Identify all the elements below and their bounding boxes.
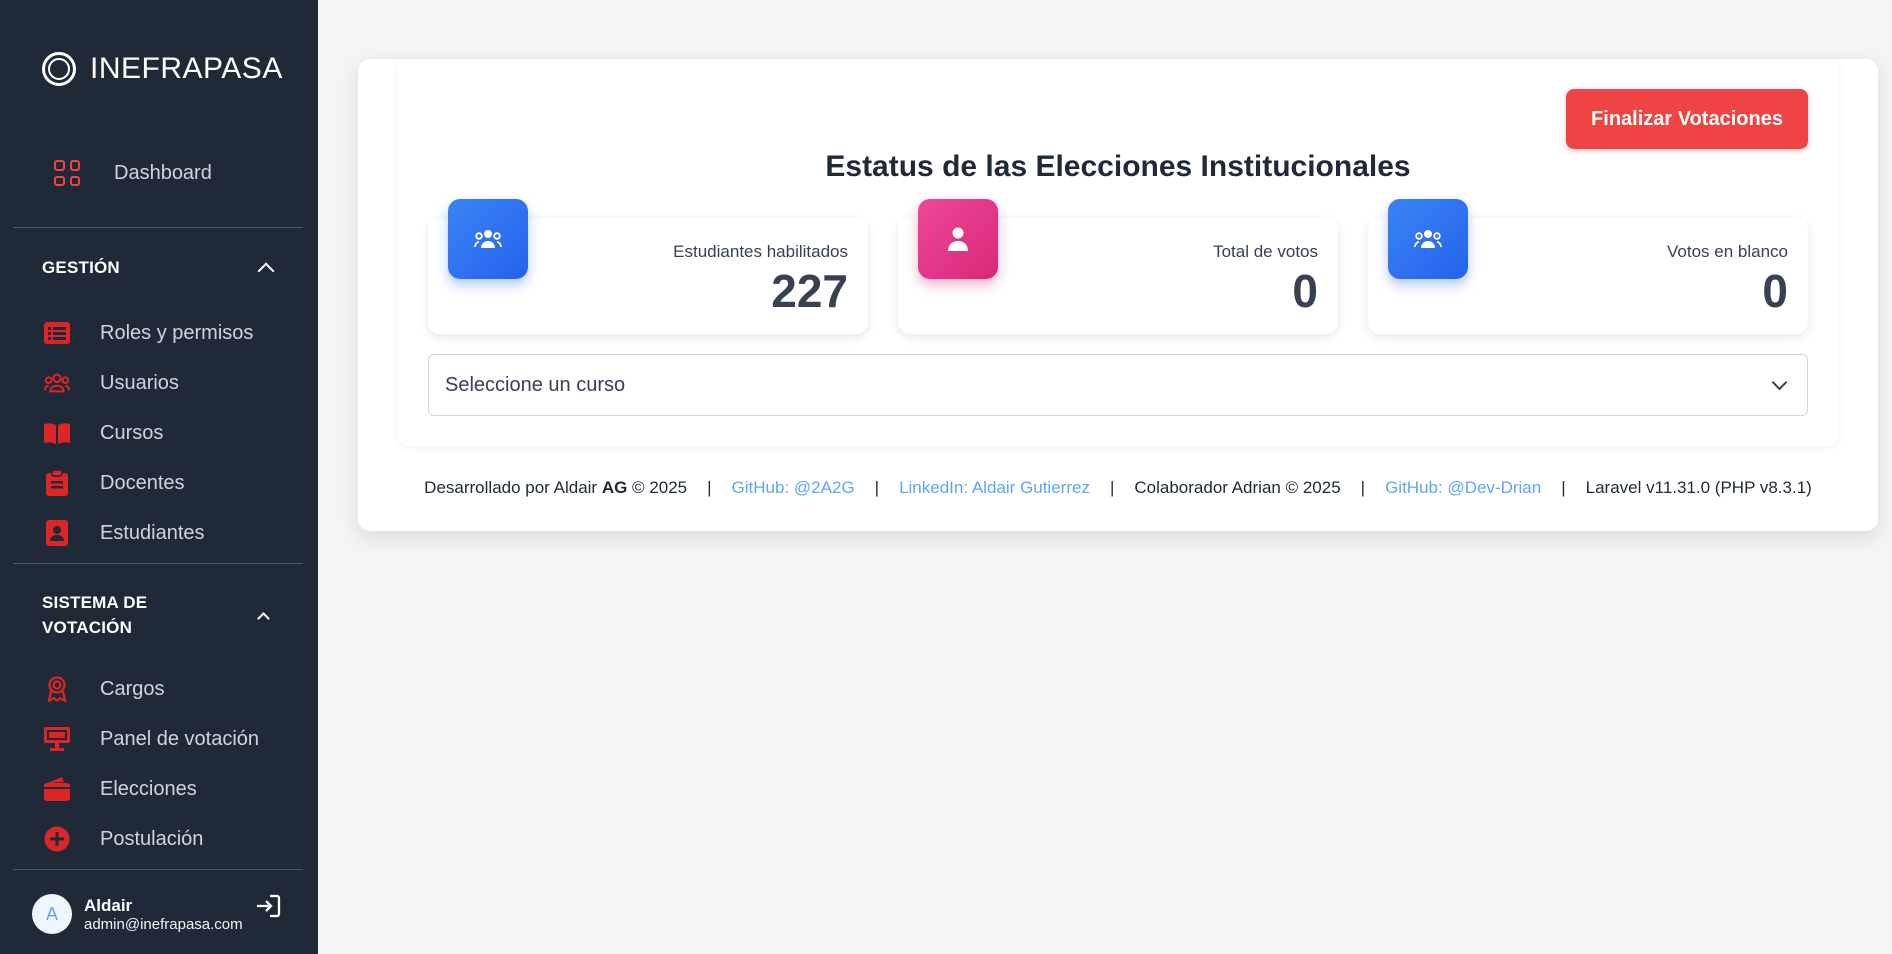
footer: Desarrollado por Aldair AG © 2025 | GitH… (398, 478, 1838, 498)
sidebar-item-postulacion[interactable]: Postulación (44, 826, 203, 852)
sidebar-item-usuarios[interactable]: Usuarios (44, 370, 179, 396)
section-votacion-toggle[interactable]: SISTEMA DE VOTACIÓN (42, 590, 278, 640)
stat-label: Votos en blanco (1667, 242, 1788, 261)
sidebar-item-label: Elecciones (100, 777, 197, 800)
brand-name: INEFRAPASA (90, 52, 283, 85)
users-group-icon (448, 199, 528, 279)
sidebar-item-roles[interactable]: Roles y permisos (44, 320, 253, 346)
section-title-line2: VOTACIÓN (42, 618, 133, 637)
section-title: GESTIÓN (42, 258, 120, 277)
user-name: Aldair (84, 895, 133, 915)
sidebar-item-cursos[interactable]: Cursos (44, 420, 163, 446)
avatar: A (32, 894, 72, 934)
finish-voting-button[interactable]: Finalizar Votaciones (1566, 89, 1808, 149)
sidebar-item-label: Dashboard (114, 161, 212, 184)
sidebar-item-estudiantes[interactable]: Estudiantes (44, 520, 205, 546)
sidebar-item-docentes[interactable]: Docentes (44, 470, 185, 496)
sidebar-item-cargos[interactable]: Cargos (44, 676, 164, 702)
brand-logo-icon (42, 52, 76, 86)
plus-circle-icon (44, 826, 70, 852)
footer-version: Laravel v11.31.0 (PHP v8.3.1) (1585, 478, 1812, 497)
footer-separator: | (874, 478, 880, 497)
wallet-icon (44, 776, 70, 802)
sidebar-item-label: Postulación (100, 827, 204, 850)
section-title-line1: SISTEMA DE (42, 593, 148, 612)
stat-card-total-votes: Total de votos 0 (898, 199, 1338, 334)
logout-button[interactable] (255, 893, 281, 924)
user-email: admin@inefrapasa.com (84, 915, 243, 933)
sidebar-item-label: Cargos (100, 677, 165, 700)
sidebar-item-elecciones[interactable]: Elecciones (44, 776, 197, 802)
stat-value: 0 (1762, 265, 1788, 317)
course-select-value: Seleccione un curso (445, 373, 626, 396)
sidebar-item-label: Roles y permisos (100, 321, 254, 344)
user-icon (918, 199, 998, 279)
footer-developer: Desarrollado por Aldair AG © 2025 (424, 478, 688, 497)
footer-github-link-1[interactable]: GitHub: @2A2G (732, 478, 855, 498)
page-title: Estatus de las Elecciones Institucionale… (825, 150, 1411, 183)
logout-icon (257, 894, 281, 918)
clipboard-user-icon (44, 470, 70, 496)
sidebar-item-dashboard[interactable]: Dashboard (54, 160, 212, 186)
footer-separator: | (707, 478, 712, 497)
users-icon (44, 370, 70, 396)
sidebar: INEFRAPASA Dashboard GESTIÓN Roles y per… (0, 0, 318, 954)
stat-label: Total de votos (1213, 242, 1318, 261)
sidebar-item-label: Estudiantes (100, 521, 205, 544)
divider (13, 227, 303, 228)
footer-collaborator: Colaborador Adrian © 2025 (1134, 478, 1341, 497)
stat-card-enabled-students: Estudiantes habilitados 227 (428, 199, 868, 334)
divider (13, 563, 303, 564)
sidebar-item-label: Docentes (100, 471, 185, 494)
divider (13, 869, 303, 870)
stat-card-blank-votes: Votos en blanco 0 (1368, 199, 1808, 334)
list-icon (44, 320, 70, 346)
id-badge-icon (44, 520, 70, 546)
chevron-down-icon (1771, 374, 1788, 390)
course-select[interactable]: Seleccione un curso (428, 354, 1808, 416)
sidebar-item-label: Panel de votación (100, 727, 260, 750)
sidebar-item-label: Cursos (100, 421, 164, 444)
book-icon (44, 420, 70, 446)
sidebar-item-label: Usuarios (100, 371, 179, 394)
chevron-up-icon (257, 611, 270, 625)
monitor-icon (44, 726, 70, 752)
section-gestion-toggle[interactable]: GESTIÓN (42, 258, 278, 280)
footer-separator: | (1109, 478, 1115, 497)
footer-separator: | (1360, 478, 1366, 497)
users-group-icon (1388, 199, 1468, 279)
brand[interactable]: INEFRAPASA (42, 52, 283, 86)
user-profile[interactable]: A Aldair admin@inefrapasa.com (32, 894, 243, 934)
stat-value: 227 (771, 265, 848, 317)
chevron-up-icon (257, 262, 275, 280)
grid-icon (54, 160, 80, 186)
stat-value: 0 (1292, 265, 1318, 317)
footer-separator: | (1561, 478, 1566, 497)
footer-github-link-2[interactable]: GitHub: @Dev-Drian (1385, 478, 1541, 498)
award-icon (44, 676, 70, 702)
sidebar-item-panel-votacion[interactable]: Panel de votación (44, 726, 259, 752)
stat-label: Estudiantes habilitados (673, 242, 848, 261)
footer-linkedin-link[interactable]: LinkedIn: Aldair Gutierrez (899, 478, 1090, 498)
